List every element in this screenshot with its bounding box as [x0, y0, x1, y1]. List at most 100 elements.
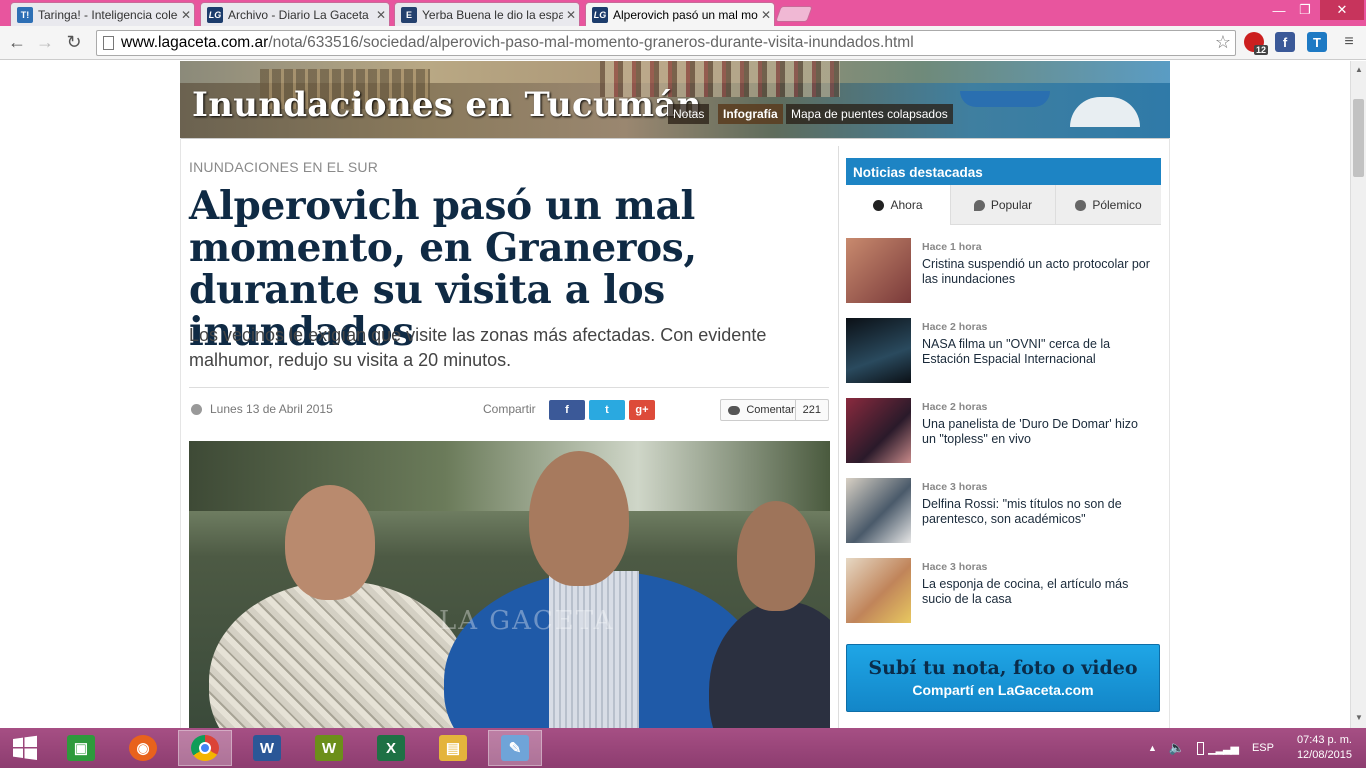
file-explorer-icon: ▤ [439, 735, 467, 761]
language-indicator[interactable]: ESP [1252, 742, 1274, 754]
battery-icon[interactable] [1197, 741, 1205, 755]
windows-logo-icon [13, 735, 37, 760]
news-title[interactable]: Delfina Rossi: "mis títulos no son de pa… [922, 497, 1152, 527]
clock-date: 12/08/2015 [1296, 749, 1352, 761]
tab-archivo[interactable]: LG Archivo - Diario La Gaceta ✕ [200, 2, 390, 26]
news-item[interactable]: Hace 1 hora Cristina suspendió un acto p… [846, 238, 1161, 304]
google-plus-icon: g+ [635, 404, 649, 416]
tab-title: Taringa! - Inteligencia colectiva [38, 7, 178, 22]
article-kicker[interactable]: INUNDACIONES EN EL SUR [189, 159, 378, 175]
adblock-extension-icon[interactable]: 12 [1244, 32, 1268, 55]
sidebar-tabs: Ahora Popular Pólemico [846, 185, 1161, 225]
banner-nav-infografia[interactable]: Infografía [718, 104, 783, 124]
google-plus-share-button[interactable]: g+ [629, 400, 655, 420]
taringa-extension-icon[interactable]: T [1307, 32, 1327, 52]
comment-icon [1075, 199, 1087, 211]
news-time: Hace 2 horas [922, 321, 988, 333]
photo-watermark: LA GACETA [439, 606, 615, 636]
taskbar-firefox[interactable]: ◉ [116, 730, 170, 766]
news-title[interactable]: Una panelista de 'Duro De Domar' hizo un… [922, 417, 1152, 447]
taskbar-store[interactable]: ▣ [54, 730, 108, 766]
tab-label: Ahora [890, 198, 923, 212]
forward-icon[interactable]: → [34, 31, 56, 53]
facebook-share-button[interactable]: f [549, 400, 585, 420]
new-tab-button[interactable] [775, 6, 813, 22]
promo-subline: Compartí en LaGaceta.com [912, 682, 1094, 698]
tab-ahora[interactable]: Ahora [846, 185, 951, 225]
submit-content-banner[interactable]: Subí tu nota, foto o video Compartí en L… [846, 644, 1160, 712]
taskbar-wordperfect[interactable]: W [302, 730, 356, 766]
restore-icon[interactable]: ❐ [1292, 0, 1318, 20]
taskbar-excel[interactable]: X [364, 730, 418, 766]
bookmark-star-icon[interactable]: ☆ [1215, 32, 1231, 53]
news-title[interactable]: La esponja de cocina, el artículo más su… [922, 577, 1152, 607]
news-thumbnail[interactable] [846, 478, 911, 543]
banner-title: Inundaciones en Tucumán [192, 85, 702, 125]
lagaceta-favicon-icon: LG [207, 6, 223, 23]
taskbar-clock[interactable]: 07:43 p. m. 12/08/2015 [1286, 733, 1352, 763]
comment-bubble-icon [728, 405, 741, 415]
news-item[interactable]: Hace 3 horas Delfina Rossi: "mis títulos… [846, 478, 1161, 544]
tab-yerba-buena[interactable]: E Yerba Buena le dio la espalda ✕ [394, 2, 580, 26]
news-item[interactable]: Hace 3 horas La esponja de cocina, el ar… [846, 558, 1161, 624]
news-thumbnail[interactable] [846, 398, 911, 463]
scrollbar-thumb[interactable] [1353, 99, 1364, 177]
extension-badge: 12 [1253, 45, 1268, 55]
news-title[interactable]: NASA filma un "OVNI" cerca de la Estació… [922, 337, 1152, 367]
web-page: Inundaciones en Tucumán Notas Infografía… [0, 61, 1350, 728]
reload-icon[interactable]: ↻ [63, 31, 85, 53]
tab-title: Archivo - Diario La Gaceta [228, 7, 369, 22]
tab-taringa[interactable]: T! Taringa! - Inteligencia colectiva ✕ [10, 2, 195, 26]
menu-icon[interactable]: ≡ [1338, 31, 1360, 53]
taskbar-explorer[interactable]: ▤ [426, 730, 480, 766]
minimize-icon[interactable]: — [1266, 0, 1292, 20]
promo-headline: Subí tu nota, foto o video [868, 657, 1138, 679]
taskbar-paint[interactable]: ✎ [488, 730, 542, 766]
news-title[interactable]: Cristina suspendió un acto protocolar po… [922, 257, 1152, 287]
news-thumbnail[interactable] [846, 558, 911, 623]
paint-icon: ✎ [501, 735, 529, 761]
news-item[interactable]: Hace 2 horas Una panelista de 'Duro De D… [846, 398, 1161, 464]
comment-button[interactable]: Comentar 221 [720, 399, 829, 421]
comment-label: Comentar [746, 404, 795, 416]
tab-close-icon[interactable]: ✕ [563, 8, 579, 22]
twitter-share-button[interactable]: t [589, 400, 625, 420]
word-icon: W [253, 735, 281, 761]
man-plaid-shirt-image [209, 581, 469, 728]
special-banner: Inundaciones en Tucumán Notas Infografía… [180, 61, 1170, 138]
divider [189, 387, 829, 388]
scroll-down-icon[interactable]: ▼ [1355, 713, 1363, 722]
article-photo[interactable]: LA GACETA [189, 441, 830, 728]
clock-time: 07:43 p. m. [1296, 734, 1352, 746]
scroll-up-icon[interactable]: ▲ [1355, 65, 1363, 74]
close-window-icon[interactable]: ✕ [1320, 0, 1364, 20]
tab-popular[interactable]: Popular [951, 185, 1056, 225]
address-bar[interactable]: www.lagaceta.com.ar/nota/633516/sociedad… [96, 30, 1236, 56]
news-thumbnail[interactable] [846, 238, 911, 303]
network-signal-icon[interactable]: ▁▂▃▅ [1208, 742, 1239, 755]
photo-background [189, 441, 830, 511]
browser-toolbar: ← → ↻ www.lagaceta.com.ar/nota/633516/so… [0, 26, 1366, 60]
tab-close-icon[interactable]: ✕ [373, 8, 389, 22]
tab-close-icon[interactable]: ✕ [758, 8, 774, 22]
taskbar-chrome[interactable] [178, 730, 232, 766]
tab-alperovich[interactable]: LG Alperovich pasó un mal momento ✕ [585, 2, 775, 26]
banner-nav-mapa[interactable]: Mapa de puentes colapsados [786, 104, 953, 124]
banner-nav-notas[interactable]: Notas [668, 104, 710, 124]
show-hidden-icons-icon[interactable]: ▲ [1148, 743, 1157, 753]
tab-polemico[interactable]: Pólemico [1056, 185, 1161, 225]
page-scrollbar[interactable]: ▲ ▼ [1350, 61, 1366, 728]
news-time: Hace 2 horas [922, 401, 988, 413]
excel-icon: X [377, 735, 405, 761]
facebook-icon: f [565, 404, 569, 416]
volume-icon[interactable]: 🔈 [1169, 740, 1185, 756]
share-label: Compartir [483, 402, 536, 416]
back-icon[interactable]: ← [6, 31, 28, 53]
facebook-extension-icon[interactable]: f [1275, 32, 1295, 52]
tab-close-icon[interactable]: ✕ [178, 8, 194, 22]
news-thumbnail[interactable] [846, 318, 911, 383]
start-button[interactable] [0, 730, 50, 766]
news-time: Hace 3 horas [922, 481, 988, 493]
taskbar-word[interactable]: W [240, 730, 294, 766]
news-item[interactable]: Hace 2 horas NASA filma un "OVNI" cerca … [846, 318, 1161, 384]
